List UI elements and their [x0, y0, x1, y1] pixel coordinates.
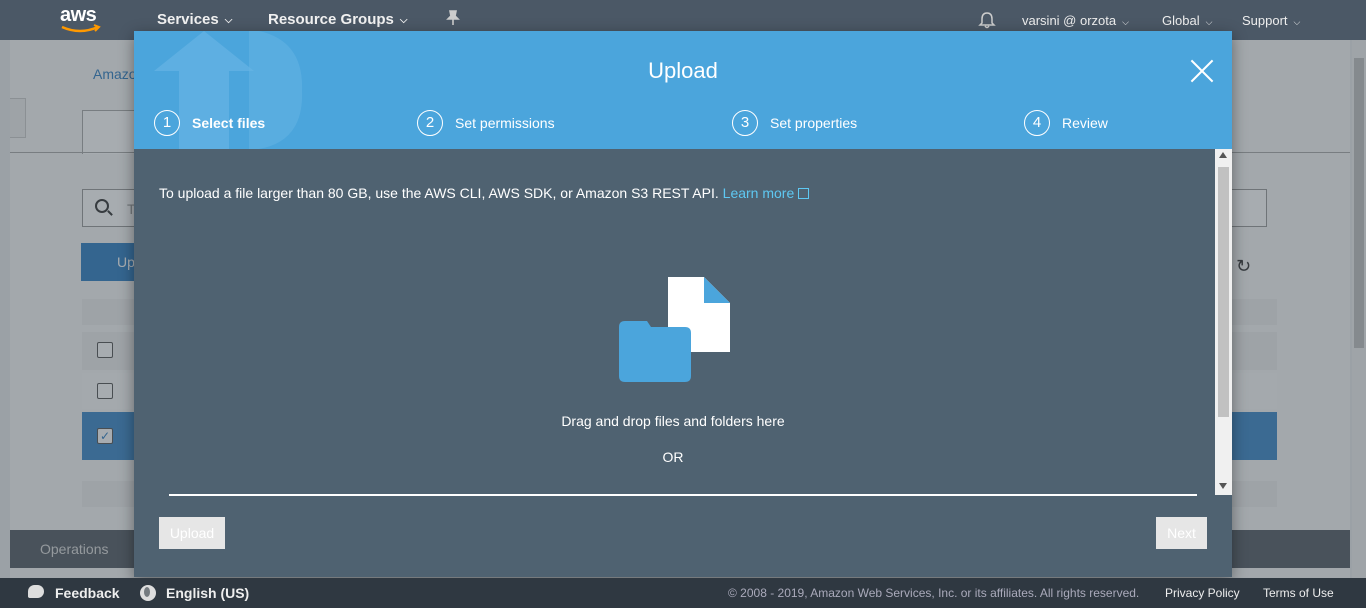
footer: Feedback English (US) © 2008 - 2019, Ama… [0, 578, 1366, 608]
terms-of-use-link[interactable]: Terms of Use [1263, 586, 1334, 600]
account-label: varsini @ orzota [1022, 13, 1117, 28]
aws-smile-icon [61, 24, 101, 33]
chevron-down-icon: ⌵ [1205, 17, 1213, 27]
scroll-down-icon[interactable] [1219, 483, 1227, 489]
services-menu[interactable]: Services ⌵ [157, 11, 232, 28]
drop-instructions: Drag and drop files and folders here [561, 413, 785, 429]
learn-more-label: Learn more [722, 185, 795, 201]
close-icon[interactable] [1190, 59, 1214, 83]
or-separator: OR [662, 449, 684, 465]
bell-icon[interactable] [978, 11, 996, 32]
region-label: Global [1162, 13, 1200, 28]
dialog-scrollbar-thumb[interactable] [1218, 167, 1229, 417]
external-link-icon [798, 188, 810, 199]
resource-groups-menu[interactable]: Resource Groups ⌵ [268, 11, 407, 28]
chevron-down-icon: ⌵ [224, 15, 233, 26]
upload-button[interactable]: Upload [159, 517, 225, 549]
pin-svg [446, 10, 460, 25]
support-label: Support [1242, 13, 1288, 28]
services-label: Services [157, 11, 219, 28]
region-menu[interactable]: Global ⌵ [1162, 13, 1212, 28]
dialog-divider [169, 494, 1197, 496]
account-menu[interactable]: varsini @ orzota ⌵ [1022, 13, 1129, 28]
dialog-scrollbar[interactable] [1215, 149, 1232, 495]
resource-groups-label: Resource Groups [268, 11, 394, 28]
feedback-link[interactable]: Feedback [55, 585, 120, 601]
copyright-text: © 2008 - 2019, Amazon Web Services, Inc.… [728, 586, 1140, 600]
globe-icon [140, 585, 156, 601]
scroll-up-icon[interactable] [1219, 152, 1227, 158]
chevron-down-icon: ⌵ [1122, 17, 1129, 27]
dialog-header: Upload 1 Select files 2 Set permissions … [134, 31, 1232, 149]
support-menu[interactable]: Support ⌵ [1242, 13, 1300, 28]
dialog-title: Upload [648, 58, 718, 83]
next-button[interactable]: Next [1156, 517, 1207, 549]
chevron-down-icon: ⌵ [399, 15, 408, 26]
bucket-upload-art-icon [154, 31, 303, 149]
learn-more-link[interactable]: Learn more [723, 185, 810, 201]
bell-svg [978, 12, 996, 29]
step-label: Review [1062, 115, 1108, 131]
size-limit-text: To upload a file larger than 80 GB, use … [159, 185, 719, 201]
step-label: Set properties [770, 115, 858, 131]
files-folder-icon [619, 277, 730, 382]
step-label: Select files [192, 115, 266, 131]
upload-dialog: Upload 1 Select files 2 Set permissions … [134, 31, 1232, 577]
chevron-down-icon: ⌵ [1293, 17, 1301, 27]
step-number: 3 [732, 110, 758, 136]
step-number: 1 [154, 110, 180, 136]
step-number: 4 [1024, 110, 1050, 136]
language-selector[interactable]: English (US) [166, 585, 249, 601]
step-label: Set permissions [455, 115, 555, 131]
aws-logo[interactable]: aws [60, 4, 104, 36]
size-limit-notice: To upload a file larger than 80 GB, use … [159, 185, 810, 201]
privacy-policy-link[interactable]: Privacy Policy [1165, 586, 1240, 600]
feedback-icon [28, 585, 44, 598]
drop-zone[interactable]: To upload a file larger than 80 GB, use … [134, 149, 1232, 495]
pin-icon[interactable] [446, 10, 460, 30]
step-number: 2 [417, 110, 443, 136]
